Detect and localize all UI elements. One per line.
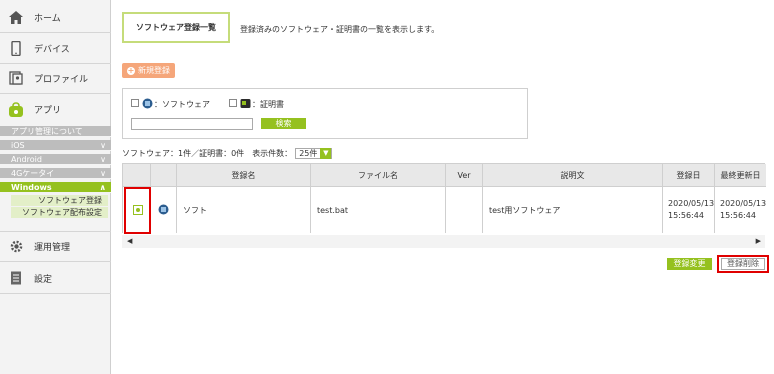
search-input[interactable] [131,118,253,130]
certificate-icon [240,98,251,109]
profile-icon [8,70,24,86]
table-header-ver: Ver [446,164,483,187]
home-icon [8,9,24,25]
table-header-reg-date: 登録日 [663,164,715,187]
table-header-name: 登録名 [177,164,311,187]
software-icon [158,204,169,217]
sidebar-item-home[interactable]: ホーム [0,2,111,33]
sidebar-sub-label: 4Gケータイ [11,169,55,178]
sidebar-item-label: アプリ [34,106,62,116]
table-header-desc: 説明文 [483,164,663,187]
perpage-label: 表示件数： [252,149,293,158]
result-summary: ソフトウェア：1件／証明書：0件 表示件数： 25件 ▼ [122,148,333,159]
chevron-up-icon: ∧ [99,183,107,192]
gear-icon [8,239,24,255]
sidebar-item-device[interactable]: デバイス [0,33,111,64]
sidebar-item-label: 設定 [34,274,53,285]
sidebar-sub-label: アプリ管理について [11,127,83,136]
table-cell-file: test.bat [311,187,446,233]
result-counts: ソフトウェア：1件／証明書：0件 [122,149,245,158]
new-register-label: 新規登録 [138,66,170,75]
sidebar-subsub-label: ソフトウェア登録 [38,196,102,205]
sidebar-sub-label: Windows [11,183,52,192]
table-cell-upd-date: 2020/05/13 15:56:44 [715,187,766,233]
sidebar-sub-app-about[interactable]: アプリ管理について [0,126,111,137]
sidebar-item-profile[interactable]: プロファイル [0,63,111,94]
table-cell-type [151,187,177,233]
search-button[interactable]: 検索 [261,118,306,129]
table-header-select [123,164,151,187]
sidebar-item-label: ホーム [34,13,61,24]
table-cell-desc: test用ソフトウェア [483,187,663,233]
chevron-down-icon: ∨ [100,141,106,150]
sidebar-sub-windows[interactable]: Windows ∧ [0,182,111,193]
document-icon [8,270,24,286]
perpage-select[interactable]: 25件 ▼ [295,148,333,159]
page-title: ソフトウェア登録一覧 [122,12,230,43]
page-description: 登録済みのソフトウェア・証明書の一覧を表示します。 [240,25,440,34]
new-register-button[interactable]: + 新規登録 [122,63,175,78]
sidebar-item-ops[interactable]: 運用管理 [0,231,111,262]
horizontal-scrollbar[interactable]: ◀ ▶ [122,235,765,248]
scroll-right-icon[interactable]: ▶ [756,237,761,245]
sidebar-sub-label: Android [11,155,42,164]
app-bag-icon [8,101,24,118]
table-header-file: ファイル名 [311,164,446,187]
table-cell-ver [446,187,483,233]
page-title-text: ソフトウェア登録一覧 [136,23,216,32]
sidebar-sub-android[interactable]: Android ∨ [0,154,111,165]
chevron-down-icon: ∨ [100,155,106,164]
sidebar-item-label: 運用管理 [34,243,71,253]
sidebar-item-settings[interactable]: 設定 [0,263,111,294]
certificate-checkbox[interactable] [229,99,237,107]
radio-highlight-box [124,187,151,234]
sidebar-sub-label: iOS [11,141,25,150]
sidebar-subsub-label: ソフトウェア配布設定 [22,208,102,217]
filter-panel: ：ソフトウェア ：証明書 検索 [122,88,528,139]
plus-icon: + [127,65,135,75]
software-checkbox-label: ：ソフトウェア [154,100,210,109]
table-cell-name: ソフト [177,187,311,233]
table-header-upd-date: 最終更新日 [715,164,766,187]
table-cell-reg-date: 2020/05/13 15:56:44 [663,187,715,233]
sidebar: ホーム デバイス プロファイル アプリ アプリ管理について iOS ∨ Andr… [0,0,111,374]
register-change-button[interactable]: 登録変更 [667,258,712,270]
sidebar-sub-ios[interactable]: iOS ∨ [0,140,111,151]
software-checkbox[interactable] [131,99,139,107]
software-table: 登録名 ファイル名 Ver 説明文 登録日 最終更新日 ソフト test.bat… [122,163,766,233]
delete-highlight-box [717,255,769,273]
phone-icon [8,40,24,56]
app-root: ホーム デバイス プロファイル アプリ アプリ管理について iOS ∨ Andr… [0,0,774,374]
perpage-value: 25件 [299,149,318,158]
sidebar-windows-software-register[interactable]: ソフトウェア登録 [11,195,108,206]
dropdown-arrow-icon: ▼ [320,148,332,159]
software-icon [142,98,153,109]
sidebar-sub-4g[interactable]: 4Gケータイ ∨ [0,168,111,179]
sidebar-item-label: プロファイル [34,74,89,85]
scroll-left-icon[interactable]: ◀ [127,237,132,245]
table-header-type [151,164,177,187]
sidebar-item-label: デバイス [34,44,70,55]
chevron-down-icon: ∨ [100,169,106,178]
certificate-checkbox-label: ：証明書 [252,100,284,109]
sidebar-windows-distribution[interactable]: ソフトウェア配布設定 [11,207,108,218]
sidebar-item-app[interactable]: アプリ [0,94,111,125]
